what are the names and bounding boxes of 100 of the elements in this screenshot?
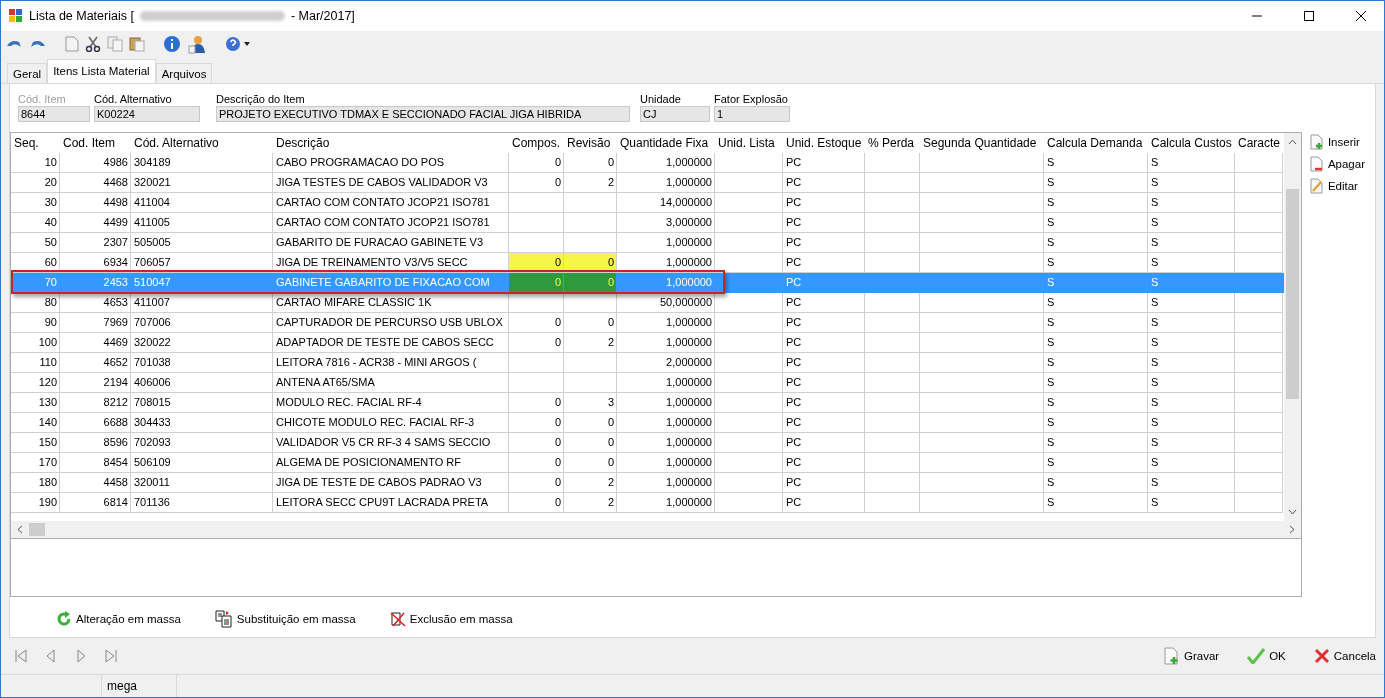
table-cell: 1,000000 xyxy=(617,393,715,413)
table-cell: 0 xyxy=(509,473,564,493)
cut-icon[interactable] xyxy=(85,36,101,52)
column-header[interactable]: Segunda Quantidade xyxy=(920,133,1044,153)
table-cell: PC xyxy=(783,353,865,373)
table-cell: 4986 xyxy=(60,153,131,173)
tab[interactable]: Arquivos xyxy=(155,63,213,83)
table-row[interactable]: 30 4498 411004 CARTAO COM CONTATO JCOP21 ISO781 14,000000 PC S S xyxy=(11,193,1284,213)
table-cell: 90 xyxy=(11,313,60,333)
last-record-icon[interactable] xyxy=(103,648,119,664)
table-row[interactable]: 90 7969 707006 CAPTURADOR DE PERCURSO USB UBLOX 0 0 1,000000 PC S S xyxy=(11,313,1284,333)
column-header[interactable]: Cód. Alternativo xyxy=(131,133,273,153)
horizontal-scrollbar[interactable] xyxy=(11,521,1301,538)
side-button[interactable]: Apagar xyxy=(1307,154,1367,174)
column-header[interactable]: Caracte xyxy=(1235,133,1283,153)
table-row[interactable]: 120 2194 406006 ANTENA AT65/SMA 1,000000 PC S S xyxy=(11,373,1284,393)
table-row[interactable]: 20 4468 320021 JIGA TESTES DE CABOS VALIDADOR V3 0 2 1,000000 PC S S xyxy=(11,173,1284,193)
table-cell: 8596 xyxy=(60,433,131,453)
table-cell: 3,000000 xyxy=(617,213,715,233)
user-icon[interactable] xyxy=(187,34,207,54)
help-icon[interactable] xyxy=(225,36,251,52)
table-row[interactable]: 10 4986 304189 CABO PROGRAMACAO DO POS 0 0 1,000000 PC S S xyxy=(11,153,1284,173)
table-cell: 0 xyxy=(509,153,564,173)
scroll-up-icon[interactable] xyxy=(1287,139,1297,145)
tab[interactable]: Itens Lista Material xyxy=(47,59,156,83)
tab[interactable]: Geral xyxy=(7,63,48,83)
delete-document-icon xyxy=(389,611,406,627)
mass-action-button[interactable]: Alteração em massa xyxy=(56,607,181,631)
column-header[interactable]: % Perda xyxy=(865,133,920,153)
checkmark-icon xyxy=(1247,648,1266,664)
table-cell: S xyxy=(1148,153,1235,173)
table-cell: 6688 xyxy=(60,413,131,433)
mass-action-button[interactable]: Exclusão em massa xyxy=(389,607,513,631)
table-cell: 0 xyxy=(509,453,564,473)
column-header[interactable]: Unid. Estoque xyxy=(783,133,865,153)
table-cell: 707006 xyxy=(131,313,273,333)
table-row[interactable]: 140 6688 304433 CHICOTE MODULO REC. FACIAL RF-3 0 0 1,000000 PC S S xyxy=(11,413,1284,433)
table-row[interactable]: 170 8454 506109 ALGEMA DE POSICIONAMENTO RF 0 0 1,000000 PC S S xyxy=(11,453,1284,473)
scroll-left-icon[interactable] xyxy=(17,525,23,534)
table-cell: PC xyxy=(783,473,865,493)
table-cell: 510047 xyxy=(131,273,273,293)
side-button[interactable]: Editar xyxy=(1307,176,1367,196)
table-cell: 4458 xyxy=(60,473,131,493)
scroll-down-icon[interactable] xyxy=(1287,509,1297,515)
scroll-right-icon[interactable] xyxy=(1288,525,1295,534)
table-row[interactable]: 80 4653 411007 CARTAO MIFARE CLASSIC 1K 50,000000 PC S S xyxy=(11,293,1284,313)
dialog-button[interactable]: OK xyxy=(1247,648,1286,664)
table-cell: 304189 xyxy=(131,153,273,173)
input-field[interactable]: 1 xyxy=(714,106,790,122)
table-cell: S xyxy=(1044,173,1148,193)
first-record-icon[interactable] xyxy=(13,648,29,664)
table-cell: 40 xyxy=(11,213,60,233)
column-header[interactable]: Seq. xyxy=(11,133,60,153)
column-header[interactable]: Revisão xyxy=(564,133,617,153)
paste-icon[interactable] xyxy=(129,36,145,52)
table-cell: S xyxy=(1148,433,1235,453)
table-cell: 1,000000 xyxy=(617,373,715,393)
table-cell: S xyxy=(1044,193,1148,213)
table-cell: 4652 xyxy=(60,353,131,373)
document-icon[interactable] xyxy=(65,36,79,52)
table-cell: CHICOTE MODULO REC. FACIAL RF-3 xyxy=(273,413,509,433)
table-cell: 0 xyxy=(564,253,617,273)
table-row[interactable]: 190 6814 701136 LEITORA SECC CPU9T LACRADA PRETA 0 2 1,000000 PC S S xyxy=(11,493,1284,513)
table-cell: 0 xyxy=(509,393,564,413)
table-cell: S xyxy=(1044,393,1148,413)
mass-action-button[interactable]: Substituição em massa xyxy=(214,607,356,631)
column-header[interactable]: Quantidade Fixa xyxy=(617,133,715,153)
table-row[interactable]: 150 8596 702093 VALIDADOR V5 CR RF-3 4 SAMS SECCIO 0 0 1,000000 PC S S xyxy=(11,433,1284,453)
table-row[interactable]: 50 2307 505005 GABARITO DE FURACAO GABINETE V3 1,000000 PC S S xyxy=(11,233,1284,253)
table-cell: 0 xyxy=(509,433,564,453)
table-row[interactable]: 100 4469 320022 ADAPTADOR DE TESTE DE CABOS SECC 0 2 1,000000 PC S S xyxy=(11,333,1284,353)
column-header[interactable]: Calcula Demanda xyxy=(1044,133,1148,153)
copy-icon[interactable] xyxy=(107,36,123,52)
scrollbar-thumb[interactable] xyxy=(1285,189,1299,399)
table-cell: 2,000000 xyxy=(617,353,715,373)
input-field[interactable]: CJ xyxy=(640,106,710,122)
dialog-button[interactable]: Gravar xyxy=(1164,647,1220,665)
vertical-scrollbar[interactable] xyxy=(1283,133,1301,521)
table-row[interactable]: 130 8212 708015 MODULO REC. FACIAL RF-4 0 3 1,000000 PC S S xyxy=(11,393,1284,413)
table-cell: PC xyxy=(783,433,865,453)
scrollbar-thumb[interactable] xyxy=(29,523,45,536)
table-cell: 0 xyxy=(509,313,564,333)
table-row[interactable]: 40 4499 411005 CARTAO COM CONTATO JCOP21 ISO781 3,000000 PC S S xyxy=(11,213,1284,233)
column-header[interactable]: Cod. Item xyxy=(60,133,131,153)
column-header[interactable]: Calcula Custos xyxy=(1148,133,1235,153)
column-header[interactable]: Descrição xyxy=(273,133,509,153)
side-button[interactable]: Inserir xyxy=(1307,132,1367,152)
info-icon[interactable] xyxy=(163,35,181,53)
table-row[interactable]: 110 4652 701038 LEITORA 7816 - ACR38 - MINI ARGOS ( 2,000000 PC S S xyxy=(11,353,1284,373)
table-cell: 1,000000 xyxy=(617,313,715,333)
column-header[interactable]: Compos. xyxy=(509,133,564,153)
table-cell: 0 xyxy=(509,333,564,353)
dialog-button[interactable]: Cancela xyxy=(1313,648,1376,664)
input-field[interactable]: PROJETO EXECUTIVO TDMAX E SECCIONADO FACIAL JIGA HIBRIDA xyxy=(216,106,630,122)
table-cell: CARTAO COM CONTATO JCOP21 ISO781 xyxy=(273,193,509,213)
table-cell: 0 xyxy=(564,273,617,293)
table-cell: 4499 xyxy=(60,213,131,233)
input-field[interactable]: K00224 xyxy=(94,106,200,122)
column-header[interactable]: Unid. Lista xyxy=(715,133,783,153)
table-row[interactable]: 180 4458 320011 JIGA DE TESTE DE CABOS PADRAO V3 0 2 1,000000 PC S S xyxy=(11,473,1284,493)
